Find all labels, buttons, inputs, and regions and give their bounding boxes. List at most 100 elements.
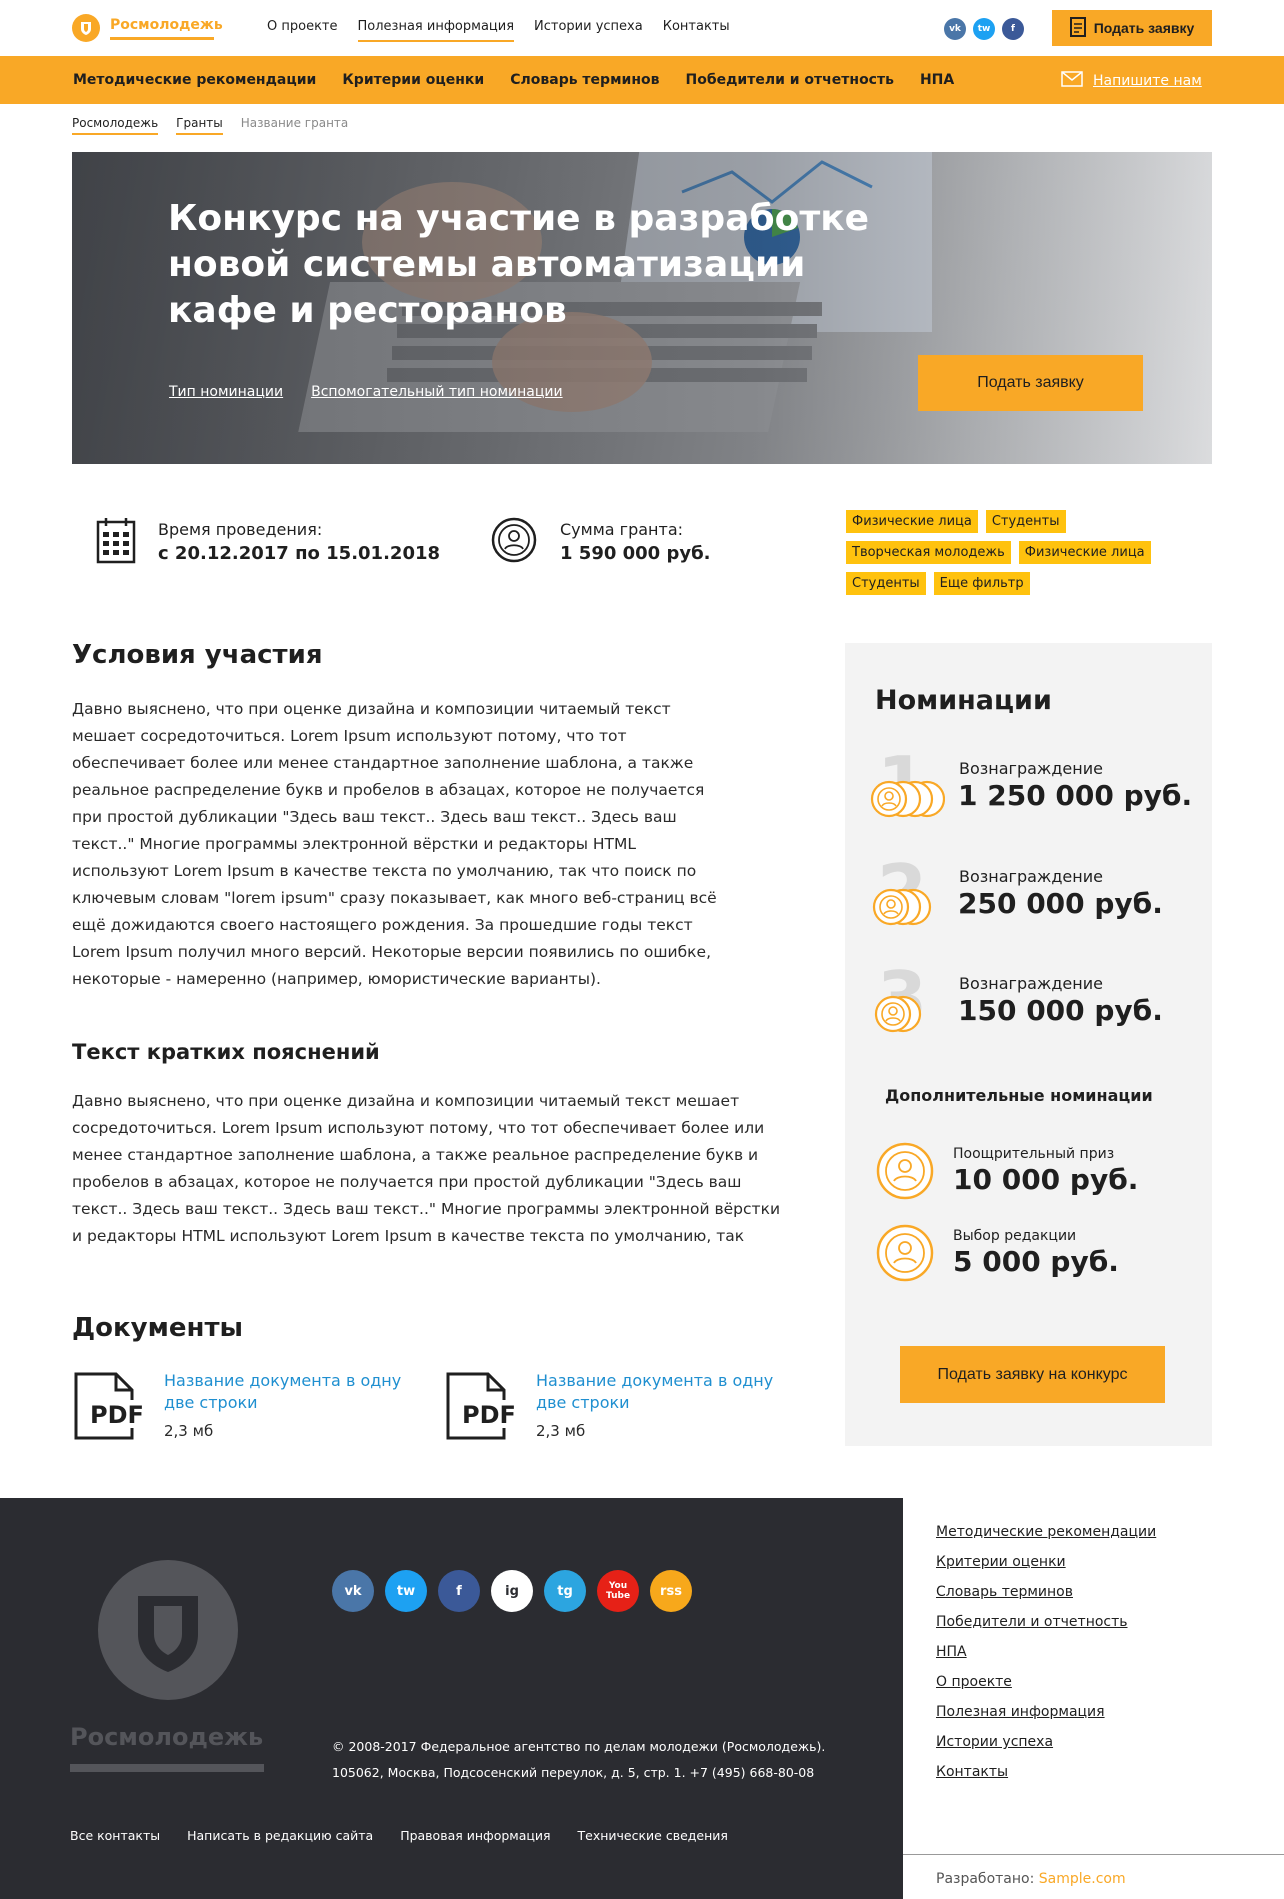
nomination-label: Вознаграждение: [959, 867, 1103, 886]
document-item[interactable]: PDF Название документа в одну две строки…: [72, 1370, 432, 1446]
hero-title: Конкурс на участие в разработке новой си…: [168, 198, 870, 331]
nomination-amount: 1 250 000 руб.: [958, 779, 1193, 812]
filter-tag[interactable]: Творческая молодежь: [846, 541, 1011, 564]
vk-icon[interactable]: vk: [944, 18, 966, 40]
footer-link-legal[interactable]: Правовая информация: [400, 1828, 550, 1843]
document-size: 2,3 мб: [536, 1422, 586, 1440]
filter-tags: Физические лица Студенты Творческая моло…: [846, 510, 1176, 595]
period-label: Время проведения:: [158, 520, 323, 539]
apply-button-top-label: Подать заявку: [1093, 20, 1195, 36]
filter-tag[interactable]: Студенты: [985, 510, 1066, 533]
footer-menu-item[interactable]: О проекте: [936, 1674, 1156, 1690]
youtube-icon[interactable]: You Tube: [597, 1570, 639, 1612]
nav-evaluation-criteria[interactable]: Критерии оценки: [342, 72, 484, 88]
top-nav-contacts[interactable]: Контакты: [663, 19, 730, 42]
extra-nomination-item: Выбор редакции 5 000 руб.: [875, 1223, 1195, 1287]
write-us-link[interactable]: Напишите нам: [1093, 73, 1202, 89]
extra-nominations-title: Дополнительные номинации: [885, 1086, 1153, 1105]
footer-copyright: © 2008-2017 Федеральное агентство по дел…: [332, 1734, 825, 1786]
conditions-title: Условия участия: [72, 640, 323, 670]
footer-menu-item[interactable]: Методические рекомендации: [936, 1524, 1156, 1540]
logo-text: Росмолодежь: [110, 17, 223, 40]
period-value: с 20.12.2017 по 15.01.2018: [158, 543, 441, 564]
footer-social-links: vk tw f ig tg You Tube rss: [332, 1570, 692, 1612]
facebook-icon[interactable]: f: [1002, 18, 1024, 40]
rss-icon[interactable]: rss: [650, 1570, 692, 1612]
filter-tag[interactable]: Физические лица: [846, 510, 978, 533]
nav-winners-reports[interactable]: Победители и отчетность: [685, 72, 893, 88]
extra-nomination-label: Выбор редакции: [953, 1228, 1077, 1244]
footer-links: Все контакты Написать в редакцию сайта П…: [70, 1828, 728, 1843]
write-us: Напишите нам: [1061, 71, 1202, 91]
svg-text:PDF: PDF: [462, 1401, 516, 1429]
footer-menu-item[interactable]: Полезная информация: [936, 1704, 1156, 1720]
extra-nomination-amount: 5 000 руб.: [953, 1245, 1119, 1278]
footer-logo-text: Росмолодежь: [70, 1723, 264, 1751]
nomination-amount: 150 000 руб.: [958, 994, 1163, 1027]
coins-icon: [869, 777, 946, 825]
period-info: Время проведения: с 20.12.2017 по 15.01.…: [96, 516, 440, 568]
developer-credit: Разработано: Sample.com: [936, 1871, 1126, 1887]
nomination-item: 1 Вознаграждение 1 250 000 руб.: [869, 741, 1199, 831]
footer-link-write-editor[interactable]: Написать в редакцию сайта: [187, 1828, 373, 1843]
nominations-title: Номинации: [875, 685, 1052, 716]
apply-contest-button[interactable]: Подать заявку на конкурс: [900, 1346, 1165, 1403]
document-item[interactable]: PDF Название документа в одну две строки…: [444, 1370, 804, 1446]
nomination-type-link[interactable]: Тип номинации: [169, 384, 283, 400]
footer-menu-item[interactable]: НПА: [936, 1644, 1156, 1660]
logo[interactable]: Росмолодежь: [72, 14, 223, 42]
grant-sum-value: 1 590 000 руб.: [560, 543, 711, 564]
breadcrumb-item[interactable]: Росмолодежь: [72, 116, 159, 135]
footer-logo-underline: [70, 1764, 264, 1772]
filter-tag[interactable]: Еще фильтр: [933, 572, 1030, 595]
filter-tag[interactable]: Физические лица: [1018, 541, 1151, 564]
footer-menu-item[interactable]: Победители и отчетность: [936, 1614, 1156, 1630]
top-nav-about[interactable]: О проекте: [267, 19, 338, 42]
extra-nomination-item: Поощрительный приз 10 000 руб.: [875, 1141, 1195, 1205]
footer-menu-item[interactable]: Истории успеха: [936, 1734, 1156, 1750]
top-nav-useful-info[interactable]: Полезная информация: [357, 19, 515, 42]
apply-button-top[interactable]: Подать заявку: [1052, 10, 1212, 46]
document-title[interactable]: Название документа в одну две строки: [536, 1370, 804, 1414]
vk-icon[interactable]: vk: [332, 1570, 374, 1612]
address-text: 105062, Москва, Подсосенский переулок, д…: [332, 1765, 815, 1780]
footer-menu: Методические рекомендации Критерии оценк…: [936, 1524, 1156, 1780]
telegram-icon[interactable]: tg: [544, 1570, 586, 1612]
footer-menu-item[interactable]: Критерии оценки: [936, 1554, 1156, 1570]
breadcrumb-item[interactable]: Гранты: [176, 116, 223, 135]
nomination-item: 3 Вознаграждение 150 000 руб.: [869, 956, 1199, 1046]
nomination-label: Вознаграждение: [959, 974, 1103, 993]
nav-npa[interactable]: НПА: [920, 72, 954, 88]
footer-divider: [903, 1854, 1284, 1855]
top-nav-success-stories[interactable]: Истории успеха: [534, 19, 643, 42]
pdf-icon: PDF: [72, 1370, 144, 1446]
extra-nomination-amount: 10 000 руб.: [953, 1163, 1139, 1196]
facebook-icon[interactable]: f: [438, 1570, 480, 1612]
secondary-nomination-type-link[interactable]: Вспомогательный тип номинации: [311, 384, 563, 400]
logo-icon: [72, 14, 100, 42]
developer-link[interactable]: Sample.com: [1039, 1871, 1126, 1887]
hero-apply-button[interactable]: Подать заявку: [918, 355, 1143, 411]
top-header: Росмолодежь О проекте Полезная информаци…: [0, 0, 1284, 56]
nomination-label: Вознаграждение: [959, 759, 1103, 778]
conditions-text: Давно выяснено, что при оценке дизайна и…: [72, 700, 717, 988]
documents-title: Документы: [72, 1313, 244, 1343]
document-size: 2,3 мб: [164, 1422, 214, 1440]
footer: Росмолодежь vk tw f ig tg You Tube rss ©…: [0, 1498, 903, 1899]
envelope-icon: [1061, 71, 1083, 91]
document-title[interactable]: Название документа в одну две строки: [164, 1370, 432, 1414]
nav-method-recommendations[interactable]: Методические рекомендации: [73, 72, 316, 88]
twitter-icon[interactable]: tw: [385, 1570, 427, 1612]
footer-link-technical[interactable]: Технические сведения: [578, 1828, 728, 1843]
coins-icon: [869, 992, 945, 1040]
nav-glossary[interactable]: Словарь терминов: [510, 72, 659, 88]
footer-menu-item[interactable]: Контакты: [936, 1764, 1156, 1780]
footer-link-contacts[interactable]: Все контакты: [70, 1828, 160, 1843]
filter-tag[interactable]: Студенты: [846, 572, 926, 595]
extra-nomination-label: Поощрительный приз: [953, 1146, 1115, 1162]
instagram-icon[interactable]: ig: [491, 1570, 533, 1612]
footer-menu-item[interactable]: Словарь терминов: [936, 1584, 1156, 1600]
nomination-item: 2 Вознаграждение 250 000 руб.: [869, 849, 1199, 939]
twitter-icon[interactable]: tw: [973, 18, 995, 40]
calendar-icon: [96, 516, 136, 568]
